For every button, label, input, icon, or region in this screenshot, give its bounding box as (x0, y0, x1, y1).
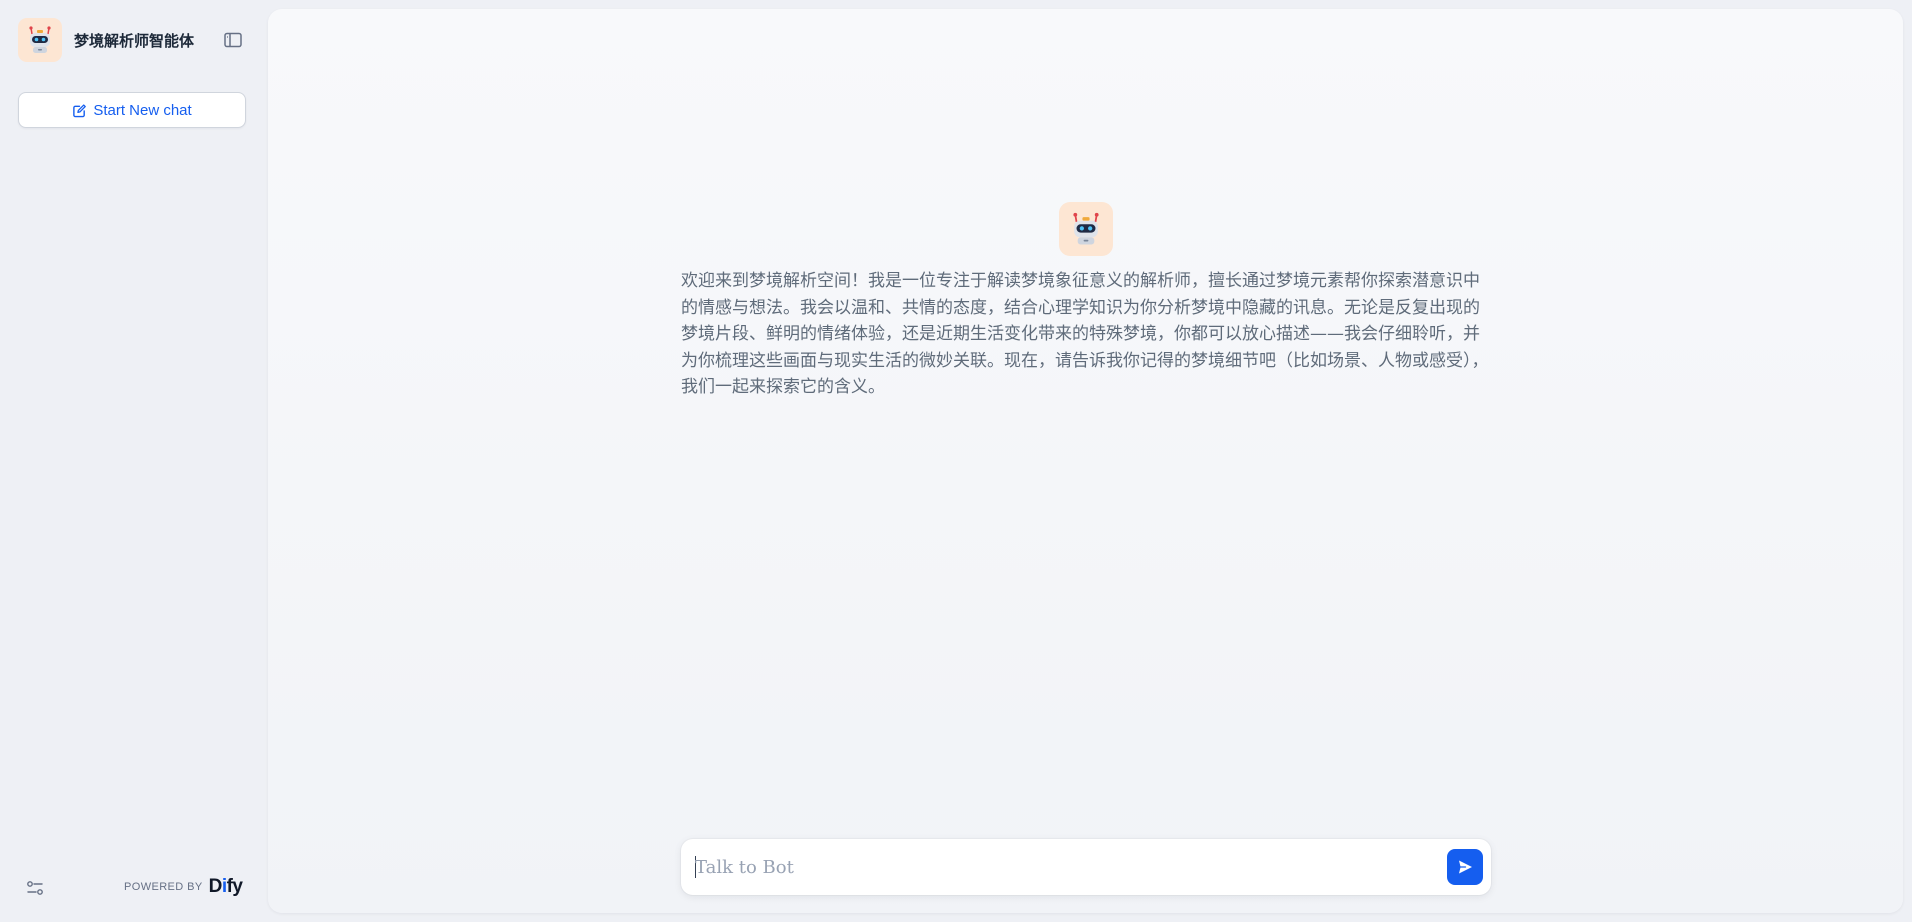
sidebar-toggle-button[interactable] (222, 30, 244, 50)
welcome-message: 欢迎来到梦境解析空间！我是一位专注于解读梦境象征意义的解析师，擅长通过梦境元素帮… (681, 271, 1489, 397)
robot-icon (29, 26, 51, 53)
edit-icon (73, 103, 87, 117)
sidebar-footer: POWERED BY Dify (0, 872, 268, 900)
sliders-icon (27, 881, 43, 895)
start-new-chat-label: Start New chat (93, 101, 192, 119)
chat-composer (681, 839, 1491, 895)
app-avatar (18, 18, 62, 62)
bot-avatar (1059, 202, 1113, 256)
send-icon (1459, 860, 1472, 874)
powered-by-label: POWERED BY (124, 881, 203, 893)
powered-by: POWERED BY Dify (124, 876, 243, 898)
sidebar: 梦境解析师智能体 Start New chat POWERED BY Dify (0, 0, 268, 922)
robot-icon (1073, 212, 1099, 245)
app-brand: 梦境解析师智能体 (18, 18, 194, 62)
app-title: 梦境解析师智能体 (74, 31, 195, 50)
dify-logo: Dify (208, 876, 243, 897)
app-root: 梦境解析师智能体 Start New chat POWERED BY Dify … (0, 0, 1912, 922)
start-new-chat-button[interactable]: Start New chat (18, 92, 246, 128)
settings-button[interactable] (24, 878, 46, 898)
chat-panel: 欢迎来到梦境解析空间！我是一位专注于解读梦境象征意义的解析师，擅长通过梦境元素帮… (268, 9, 1903, 913)
send-button[interactable] (1447, 849, 1483, 885)
chat-input[interactable] (695, 853, 1415, 881)
sidebar-toggle-icon (224, 32, 242, 48)
